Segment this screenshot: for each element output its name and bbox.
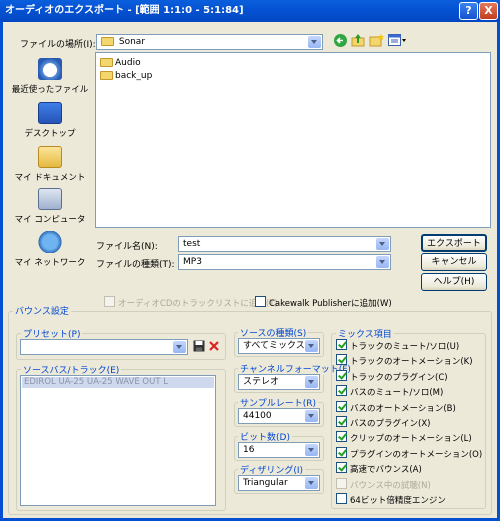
export-button[interactable]: エクスポート (421, 234, 487, 252)
preset-combo[interactable] (20, 339, 188, 355)
bit-depth-combo[interactable]: 16 (238, 442, 320, 458)
location-label: ファイルの場所(I): (20, 40, 96, 50)
mix-item-label: 高速でバウンス(A) (350, 465, 422, 475)
recent-icon (38, 58, 62, 80)
mix-item-label: トラックのミュート/ソロ(U) (350, 342, 460, 352)
place-my-computer[interactable]: マイ コンピュータ (10, 188, 90, 225)
mix-item-checkbox[interactable] (336, 431, 347, 442)
new-folder-icon[interactable] (369, 33, 384, 47)
mix-item-checkbox[interactable] (336, 339, 347, 350)
filename-value: test (183, 239, 201, 249)
mix-item-label: クリップのオートメーション(L) (350, 434, 472, 444)
channel-format-value: ステレオ (243, 377, 280, 387)
save-icon[interactable] (193, 340, 205, 352)
bit-depth-value: 16 (243, 445, 255, 455)
cancel-button[interactable]: キャンセル (421, 253, 487, 271)
window-title: オーディオのエクスポート - [範囲 1:1:0 - 5:1:84] (5, 5, 244, 16)
title-bar: オーディオのエクスポート - [範囲 1:1:0 - 5:1:84] (0, 0, 500, 22)
my-computer-icon (38, 188, 62, 210)
chevron-down-icon (376, 238, 389, 250)
chevron-down-icon (376, 256, 389, 268)
place-my-documents-label: マイ ドキュメント (14, 173, 86, 183)
my-network-icon (38, 231, 62, 253)
place-desktop-label: デスクトップ (24, 129, 76, 139)
cakewalk-publisher-checkbox[interactable] (255, 296, 266, 307)
place-desktop[interactable]: デスクトップ (10, 102, 90, 139)
list-item[interactable]: EDIROL UA-25 UA-25 WAVE OUT L (22, 377, 214, 388)
mix-item-checkbox[interactable] (336, 493, 347, 504)
cakewalk-publisher-label: Cakewalk Publisherに追加(W) (269, 299, 392, 309)
mix-item-checkbox[interactable] (336, 401, 347, 412)
place-recent[interactable]: 最近使ったファイル (10, 58, 90, 95)
mix-item-label: バスのプラグイン(X) (350, 419, 431, 429)
mix-item-checkbox[interactable] (336, 478, 347, 489)
mix-item-checkbox[interactable] (336, 354, 347, 365)
chevron-down-icon (305, 444, 318, 456)
up-folder-icon[interactable] (351, 33, 365, 47)
filetype-value: MP3 (183, 257, 202, 267)
list-item[interactable]: back_up (100, 70, 152, 82)
chevron-down-icon (305, 410, 318, 422)
mix-item-checkbox[interactable] (336, 447, 347, 458)
filename-label: ファイル名(N): (96, 242, 158, 252)
mix-item-checkbox[interactable] (336, 385, 347, 396)
mix-item-checkbox[interactable] (336, 462, 347, 473)
mix-item-label: トラックのオートメーション(K) (350, 357, 473, 367)
folder-icon (100, 71, 113, 80)
place-my-network[interactable]: マイ ネットワーク (10, 231, 90, 268)
mix-items-list: トラックのミュート/ソロ(U) トラックのオートメーション(K) トラックのプラグイ… (335, 339, 485, 509)
folder-icon (100, 58, 113, 67)
place-my-network-label: マイ ネットワーク (14, 258, 86, 268)
folder-icon (101, 37, 114, 46)
filetype-combo[interactable]: MP3 (178, 254, 391, 270)
source-type-combo[interactable]: すべてミックス (238, 338, 320, 354)
chevron-down-icon (305, 477, 318, 489)
mix-item-label: プラグインのオートメーション(O) (350, 450, 483, 460)
channel-format-combo[interactable]: ステレオ (238, 374, 320, 390)
place-my-documents[interactable]: マイ ドキュメント (10, 146, 90, 183)
place-my-computer-label: マイ コンピュータ (14, 215, 86, 225)
chevron-down-icon (308, 36, 321, 48)
dither-combo[interactable]: Triangular (238, 475, 320, 491)
filename-combo[interactable]: test (178, 236, 391, 252)
place-recent-label: 最近使ったファイル (11, 85, 89, 95)
mix-item-label: 64ビット倍精度エンジン (350, 496, 446, 506)
sample-rate-combo[interactable]: 44100 (238, 408, 320, 424)
list-item-label: Audio (115, 58, 141, 68)
mix-item-checkbox[interactable] (336, 416, 347, 427)
chevron-down-icon (173, 341, 186, 353)
help-title-button[interactable]: ? (459, 2, 478, 20)
mix-item-label: バウンス中の試聴(N) (350, 481, 431, 491)
dither-value: Triangular (243, 478, 288, 488)
chevron-down-icon (305, 376, 318, 388)
sample-rate-value: 44100 (243, 411, 272, 421)
location-value: Sonar (118, 37, 146, 47)
delete-icon[interactable] (208, 340, 220, 352)
chevron-down-icon (305, 340, 318, 352)
places-bar: 最近使ったファイル デスクトップ マイ ドキュメント マイ コンピュータ マイ … (10, 50, 90, 275)
my-documents-icon (38, 146, 62, 168)
mix-item-label: トラックのプラグイン(C) (350, 373, 448, 383)
help-button[interactable]: ヘルプ(H) (421, 273, 487, 291)
add-to-cd-label: オーディオCDのトラックリストに追加(T) (118, 299, 278, 309)
view-menu-icon[interactable] (388, 34, 407, 47)
mix-item-checkbox[interactable] (336, 370, 347, 381)
add-to-cd-checkbox[interactable] (104, 296, 115, 307)
location-combo[interactable]: Sonar (96, 34, 323, 50)
back-icon[interactable] (334, 34, 347, 47)
desktop-icon (38, 102, 62, 124)
filetype-label: ファイルの種類(T): (96, 260, 175, 270)
file-list[interactable]: Audio back_up (95, 52, 491, 228)
source-bus-list[interactable]: EDIROL UA-25 UA-25 WAVE OUT L (20, 375, 216, 506)
list-item[interactable]: Audio (100, 57, 141, 69)
mix-item-label: バスのミュート/ソロ(M) (350, 388, 444, 398)
list-item-label: back_up (115, 71, 153, 81)
close-button[interactable]: X (479, 2, 498, 20)
mix-item-label: バスのオートメーション(B) (350, 404, 456, 414)
bounce-settings-label: バウンス設定 (13, 304, 71, 317)
source-type-value: すべてミックス (243, 341, 305, 351)
